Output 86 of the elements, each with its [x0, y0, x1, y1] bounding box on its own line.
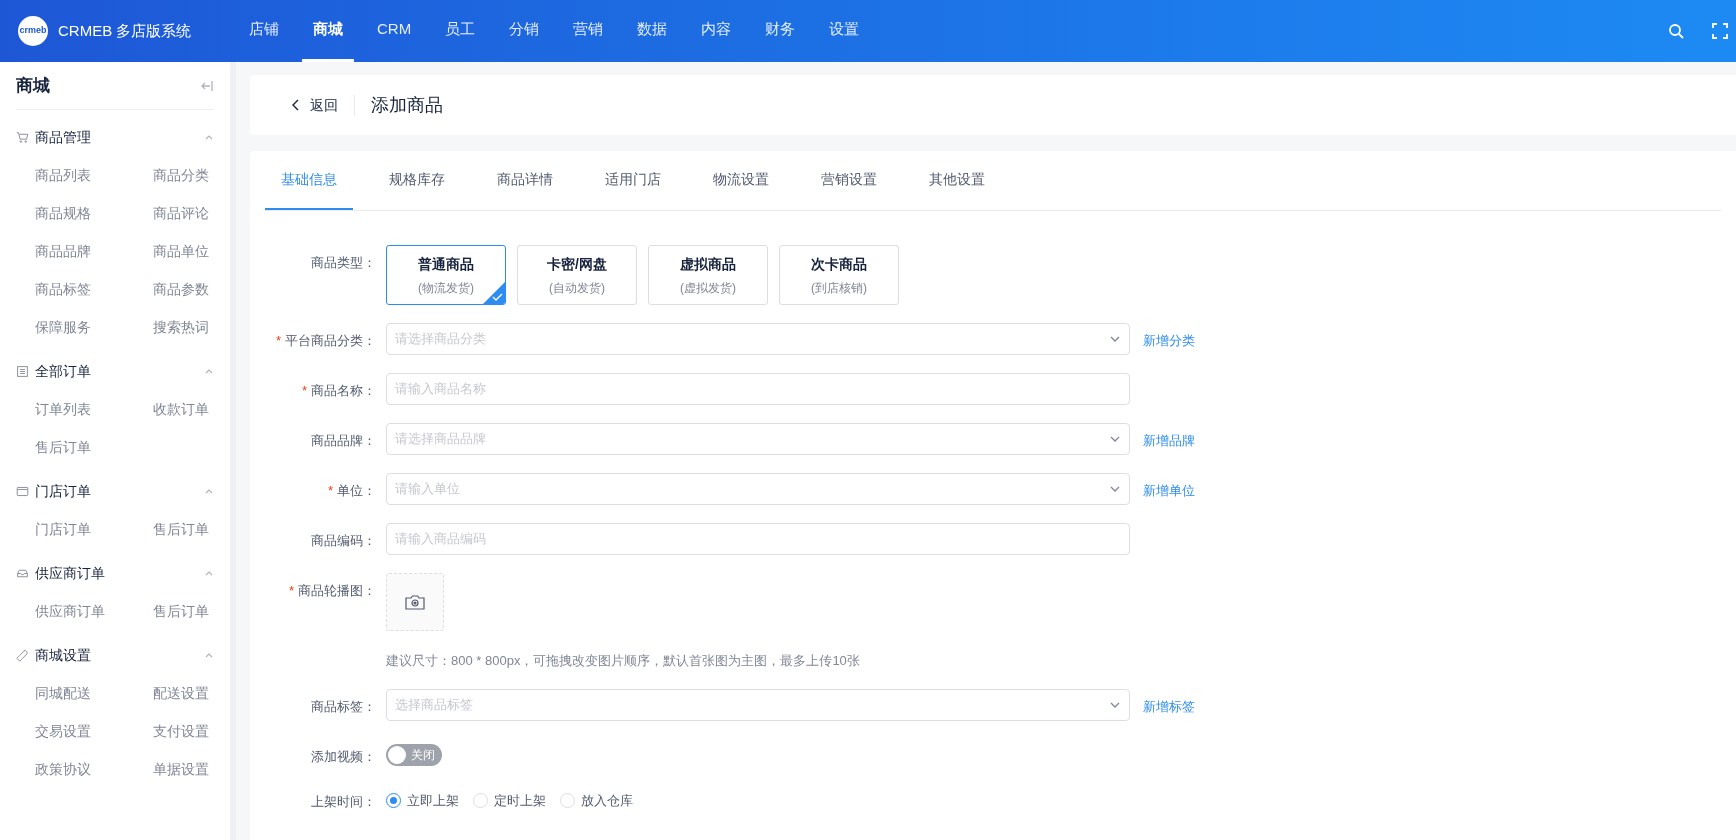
menu-item[interactable]: 配送设置 — [153, 674, 214, 712]
nav-tab[interactable]: 分销 — [498, 0, 551, 62]
menu-item[interactable]: 售后订单 — [35, 428, 153, 466]
menu-item[interactable]: 商品评论 — [153, 194, 214, 232]
menu-item[interactable]: 交易设置 — [35, 712, 153, 750]
add-link[interactable]: 新增品牌 — [1143, 431, 1195, 451]
menu-item[interactable]: 商品分类 — [153, 156, 214, 194]
tab[interactable]: 其他设置 — [913, 151, 1001, 210]
type-card[interactable]: 卡密/网盘 (自动发货) — [517, 245, 637, 305]
sidebar-title: 商城 — [16, 74, 50, 97]
required-mark: * — [301, 382, 307, 400]
radio-option[interactable]: 放入仓库 — [560, 791, 633, 811]
menu-item[interactable]: 售后订单 — [153, 510, 214, 548]
tab[interactable]: 物流设置 — [697, 151, 785, 210]
menu-item[interactable]: 商品单位 — [153, 232, 214, 270]
camera-icon — [405, 594, 425, 610]
tab[interactable]: 商品详情 — [481, 151, 569, 210]
menu-group[interactable]: 门店订单 — [16, 472, 214, 510]
nav-tab[interactable]: 内容 — [690, 0, 743, 62]
menu-item[interactable]: 商品规格 — [35, 194, 153, 232]
field-label: 平台商品分类： — [285, 332, 376, 350]
back-link[interactable]: 返回 — [290, 94, 355, 116]
brand-name: CRMEB 多店版系统 — [58, 20, 192, 41]
add-link[interactable]: 新增标签 — [1143, 696, 1195, 716]
logo: crmeb — [18, 16, 48, 46]
radio-option[interactable]: 定时上架 — [473, 791, 546, 811]
menu-group[interactable]: 商城设置 — [16, 636, 214, 674]
tab[interactable]: 适用门店 — [589, 151, 677, 210]
nav-tab[interactable]: 数据 — [626, 0, 679, 62]
required-mark: * — [327, 482, 333, 500]
menu-item[interactable]: 订单列表 — [35, 390, 153, 428]
menu-item[interactable]: 政策协议 — [35, 750, 153, 788]
type-card[interactable]: 虚拟商品 (虚拟发货) — [648, 245, 768, 305]
field-label: 商品类型： — [311, 254, 376, 272]
tab[interactable]: 营销设置 — [805, 151, 893, 210]
menu-item[interactable]: 商品标签 — [35, 270, 153, 308]
tab[interactable]: 基础信息 — [265, 151, 353, 210]
menu-item[interactable]: 售后订单 — [153, 592, 214, 630]
nav-tab[interactable]: CRM — [366, 0, 423, 62]
type-card[interactable]: 次卡商品 (到店核销) — [779, 245, 899, 305]
menu-item[interactable]: 支付设置 — [153, 712, 214, 750]
tab[interactable]: 规格库存 — [373, 151, 461, 210]
add-link[interactable]: 新增单位 — [1143, 481, 1195, 501]
search-icon[interactable] — [1668, 23, 1684, 39]
hint-text: 建议尺寸：800 * 800px，可拖拽改变图片顺序，默认首张图为主图，最多上传10张 — [386, 652, 860, 670]
fullscreen-icon[interactable] — [1712, 23, 1728, 39]
nav-tab[interactable]: 店铺 — [238, 0, 290, 62]
menu-item[interactable]: 同城配送 — [35, 674, 153, 712]
nav-tab[interactable]: 营销 — [562, 0, 615, 62]
menu-item[interactable]: 保障服务 — [35, 308, 153, 346]
type-card[interactable]: 普通商品 (物流发货) — [386, 245, 506, 305]
menu-item[interactable]: 搜索热词 — [153, 308, 214, 346]
toggle-switch[interactable]: 关闭 — [386, 743, 442, 766]
collapse-icon[interactable] — [200, 78, 214, 93]
menu-item[interactable]: 商品参数 — [153, 270, 214, 308]
nav-tab[interactable]: 商城 — [302, 0, 354, 62]
required-mark: * — [275, 332, 281, 350]
nav-tab[interactable]: 设置 — [818, 0, 871, 62]
cart-icon — [16, 130, 29, 144]
menu-group[interactable]: 商品管理 — [16, 118, 214, 156]
menu-item[interactable]: 门店订单 — [35, 510, 153, 548]
window-icon — [16, 484, 29, 498]
nav-tab[interactable]: 员工 — [434, 0, 487, 62]
upload-box[interactable] — [386, 573, 444, 631]
field-label: 商品名称： — [311, 382, 376, 400]
field-label: 添加视频： — [311, 747, 376, 766]
field-label: 商品品牌： — [311, 432, 376, 450]
field-label: 单位： — [337, 482, 376, 500]
list-icon — [16, 364, 29, 378]
field-label: 商品标签： — [311, 697, 376, 716]
menu-item[interactable]: 供应商订单 — [35, 592, 153, 630]
required-mark: * — [288, 582, 294, 600]
menu-item[interactable]: 商品品牌 — [35, 232, 153, 270]
menu-item[interactable]: 单据设置 — [153, 750, 214, 788]
field-label: 商品编码： — [311, 532, 376, 550]
nav-tab[interactable]: 财务 — [754, 0, 807, 62]
add-link[interactable]: 新增分类 — [1143, 331, 1195, 351]
menu-item[interactable]: 商品列表 — [35, 156, 153, 194]
radio-option[interactable]: 立即上架 — [386, 791, 459, 811]
field-label: 商品轮播图： — [298, 582, 376, 600]
check-icon — [483, 282, 505, 304]
page-title: 添加商品 — [371, 93, 443, 117]
menu-group[interactable]: 供应商订单 — [16, 554, 214, 592]
field-label: 上架时间： — [311, 793, 376, 811]
menu-group[interactable]: 全部订单 — [16, 352, 214, 390]
menu-item[interactable]: 收款订单 — [153, 390, 214, 428]
